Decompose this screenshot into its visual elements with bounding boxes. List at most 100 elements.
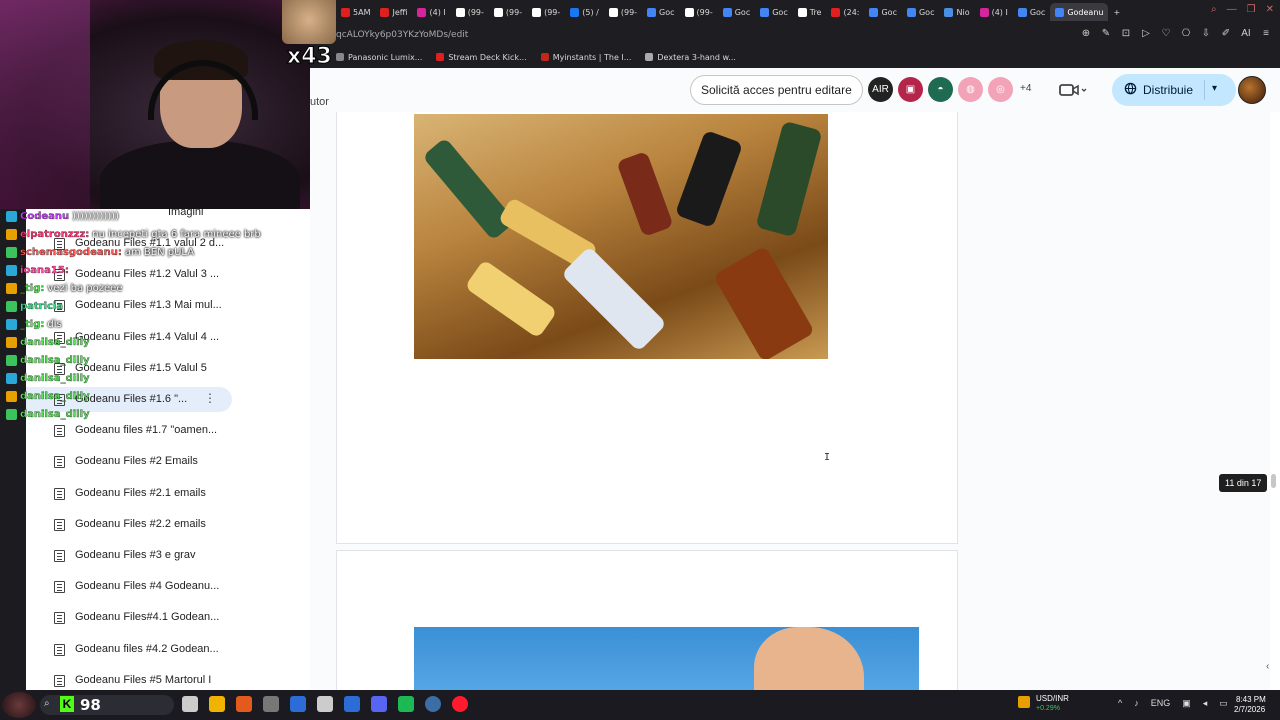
address-action-icon[interactable]: ≡ xyxy=(1260,28,1272,39)
clock-time[interactable]: 8:43 PM xyxy=(1236,695,1266,704)
browser-tab[interactable]: Goc xyxy=(864,3,902,21)
address-action-icon[interactable]: ♡ xyxy=(1160,28,1172,39)
outline-item[interactable]: Godeanu Files #2 Emails xyxy=(26,449,232,474)
outline-item[interactable]: Godeanu Files #2.1 emails xyxy=(26,481,232,506)
volume-icon[interactable]: ◂ xyxy=(1203,698,1208,709)
outline-item-label: Godeanu Files #3 e grav xyxy=(75,549,196,561)
taskbar-app-icon[interactable] xyxy=(290,696,306,712)
currency-pair[interactable]: USD/INR xyxy=(1036,694,1069,703)
outline-item[interactable]: Godeanu Files #1.6 "... ⋮ xyxy=(26,387,232,412)
browser-tab[interactable]: (99- xyxy=(527,3,565,21)
taskbar-app-icon[interactable] xyxy=(452,696,468,712)
taskbar-app-icon[interactable] xyxy=(425,696,441,712)
outline-item[interactable]: Godeanu Files #1.1 valul 2 d... xyxy=(26,231,232,256)
taskbar-search[interactable]: ⌕ K 98 xyxy=(40,695,174,715)
taskbar-app-icon[interactable] xyxy=(236,696,252,712)
outline-item[interactable]: Godeanu files #4.2 Godean... xyxy=(26,637,232,662)
chevron-left-icon[interactable]: ‹ xyxy=(1266,661,1269,672)
address-action-icon[interactable]: ⊡ xyxy=(1120,28,1132,39)
taskbar-app-icon[interactable] xyxy=(263,696,279,712)
scrollbar-thumb[interactable] xyxy=(1271,474,1276,488)
taskbar-app-icon[interactable] xyxy=(371,696,387,712)
taskbar-app-icon[interactable] xyxy=(209,696,225,712)
outline-item[interactable]: Godeanu Files #4 Godeanu... xyxy=(26,574,232,599)
outline-item[interactable]: Godeanu Files#4.1 Godean... xyxy=(26,605,232,630)
browser-tab[interactable]: Jeffi xyxy=(375,3,412,21)
address-action-icon[interactable]: ⎔ xyxy=(1180,28,1192,39)
more-options-icon[interactable]: ⋮ xyxy=(204,391,216,405)
browser-tab[interactable]: Goc xyxy=(718,3,756,21)
microphone-icon[interactable]: ♪ xyxy=(1134,698,1139,709)
taskbar-app-icon[interactable] xyxy=(317,696,333,712)
document-canvas[interactable] xyxy=(310,112,1270,690)
more-collaborators-count[interactable]: +4 xyxy=(1020,83,1031,94)
browser-tab[interactable]: (99- xyxy=(604,3,642,21)
taskbar-app-icon[interactable] xyxy=(344,696,360,712)
bookmark-item[interactable]: Stream Deck Kick... xyxy=(436,49,527,65)
close-icon[interactable]: ✕ xyxy=(1266,4,1274,15)
browser-tab[interactable]: Goc xyxy=(755,3,793,21)
outline-item-label: Godeanu Files #5 Martorul I xyxy=(75,673,212,686)
chevron-up-icon[interactable]: ^ xyxy=(1118,698,1122,709)
minimize-icon[interactable]: — xyxy=(1227,4,1237,15)
address-action-icon[interactable]: AI xyxy=(1240,28,1252,39)
outline-item[interactable]: Godeanu files #1.7 "oamen... xyxy=(26,418,232,443)
document-page[interactable] xyxy=(336,550,958,690)
tab-favicon-icon xyxy=(722,7,732,17)
collaborator-avatar[interactable]: ▣ xyxy=(898,77,923,102)
browser-tab[interactable]: 5AM xyxy=(336,3,375,21)
url-text[interactable]: qcALOYky6p03YKzYoMDs/edit xyxy=(336,30,468,40)
address-action-icon[interactable]: ⇩ xyxy=(1200,28,1212,39)
bookmark-item[interactable]: Dextera 3-hand w... xyxy=(645,49,736,65)
browser-tab[interactable]: (99- xyxy=(680,3,718,21)
browser-tab[interactable]: (99- xyxy=(489,3,527,21)
battery-icon[interactable]: ▭ xyxy=(1219,698,1228,709)
search-tabs-icon[interactable]: ⌕ xyxy=(1211,4,1217,15)
browser-tab[interactable]: Goc xyxy=(642,3,680,21)
bottles-image[interactable] xyxy=(414,114,828,359)
meet-video-icon[interactable] xyxy=(1058,80,1092,100)
currency-widget-icon[interactable] xyxy=(1018,696,1030,708)
collaborator-avatar[interactable]: ◎ xyxy=(988,77,1013,102)
browser-tab[interactable]: (4) I xyxy=(412,3,450,21)
browser-tab[interactable]: (99- xyxy=(451,3,489,21)
collaborator-avatar[interactable]: ◓ xyxy=(928,77,953,102)
address-bar[interactable]: qcALOYky6p03YKzYoMDs/edit ⊕ ✎ ⊡ ▷ ♡ ⎔ ⇩ ✐ AI ≡ xyxy=(336,26,1280,46)
share-button[interactable]: Distribuie ▾ xyxy=(1112,74,1236,106)
taskbar-app-icon[interactable] xyxy=(398,696,414,712)
outline-item[interactable]: Godeanu Files #1.5 Valul 5 xyxy=(26,356,232,381)
outline-item[interactable]: Godeanu Files #1.4 Valul 4 ... xyxy=(26,325,232,350)
address-action-icon[interactable]: ✐ xyxy=(1220,28,1232,39)
tablet-icon[interactable]: ▣ xyxy=(1182,698,1191,709)
address-action-icon[interactable]: ✎ xyxy=(1100,28,1112,39)
taskbar-app-icon[interactable] xyxy=(182,696,198,712)
share-dropdown-icon[interactable]: ▾ xyxy=(1212,83,1217,94)
clock-date[interactable]: 2/7/2026 xyxy=(1234,705,1265,714)
beach-image[interactable] xyxy=(414,627,919,690)
new-tab-button[interactable]: + xyxy=(1108,3,1125,21)
account-avatar[interactable] xyxy=(1238,76,1266,104)
browser-tab[interactable]: Tre xyxy=(793,3,827,21)
browser-tab[interactable]: Nio xyxy=(939,3,974,21)
collaborator-avatar[interactable]: AIR xyxy=(868,77,893,102)
browser-tab[interactable]: (4) I xyxy=(975,3,1013,21)
bookmark-item[interactable]: Panasonic Lumix... xyxy=(336,49,422,65)
browser-tab[interactable]: Goc xyxy=(1013,3,1051,21)
collaborator-avatar[interactable]: ◍ xyxy=(958,77,983,102)
bookmark-item[interactable]: Myinstants | The I... xyxy=(540,49,631,65)
outline-item[interactable]: Godeanu Files #1.3 Mai mul... xyxy=(26,293,232,318)
language-indicator[interactable]: ENG xyxy=(1151,698,1171,709)
outline-item[interactable]: Godeanu Files #1.2 Valul 3 ... xyxy=(26,262,232,287)
docs-menu-partial-label[interactable]: utor xyxy=(310,96,329,108)
maximize-icon[interactable]: ❐ xyxy=(1247,4,1256,15)
outline-item[interactable]: Godeanu Files #3 e grav xyxy=(26,543,232,568)
document-page[interactable] xyxy=(336,112,958,544)
outline-item[interactable]: Godeanu Files #2.2 emails xyxy=(26,512,232,537)
browser-tab[interactable]: Goc xyxy=(902,3,940,21)
address-action-icon[interactable]: ▷ xyxy=(1140,28,1152,39)
request-edit-access-button[interactable]: Solicită acces pentru editare xyxy=(690,75,863,105)
browser-tab[interactable]: (24: xyxy=(826,3,864,21)
browser-tab[interactable]: Godeanu xyxy=(1050,3,1109,21)
address-action-icon[interactable]: ⊕ xyxy=(1080,28,1092,39)
browser-tab[interactable]: (5) / xyxy=(565,3,604,21)
